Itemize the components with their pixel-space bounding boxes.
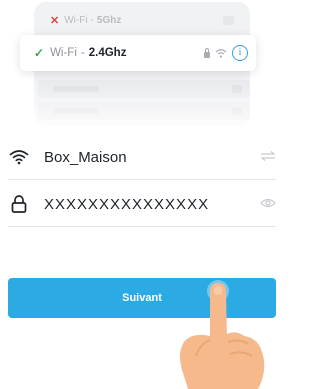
list-fade-overlay bbox=[0, 80, 276, 130]
check-icon: ✓ bbox=[34, 46, 45, 60]
x-icon: ✕ bbox=[50, 14, 60, 27]
password-field[interactable]: XXXXXXXXXXXXXXX bbox=[8, 182, 276, 227]
swap-icon[interactable] bbox=[260, 148, 276, 166]
info-icon[interactable]: i bbox=[232, 45, 248, 61]
password-value: XXXXXXXXXXXXXXX bbox=[44, 195, 210, 213]
network-prefix: Wi-Fi bbox=[64, 14, 88, 26]
wifi-icon bbox=[8, 149, 30, 165]
wifi-icon bbox=[215, 49, 227, 58]
wifi-network-24ghz[interactable]: ✓ Wi-Fi - 2.4Ghz i bbox=[20, 35, 256, 71]
signal-placeholder-icon bbox=[223, 15, 234, 25]
lock-icon bbox=[204, 47, 210, 58]
wifi-network-5ghz[interactable]: ✕ Wi-Fi - 5Ghz bbox=[50, 9, 240, 31]
eye-icon[interactable] bbox=[260, 195, 276, 213]
network-band: 5Ghz bbox=[96, 14, 122, 26]
hand-pointer-icon bbox=[180, 280, 265, 389]
network-separator: - bbox=[90, 14, 94, 26]
ssid-field[interactable]: Box_Maison bbox=[8, 135, 276, 180]
network-band: 2.4Ghz bbox=[88, 47, 127, 59]
network-prefix: Wi-Fi bbox=[50, 47, 77, 59]
ssid-value: Box_Maison bbox=[44, 148, 127, 166]
lock-icon bbox=[8, 195, 30, 213]
network-separator: - bbox=[80, 47, 85, 59]
